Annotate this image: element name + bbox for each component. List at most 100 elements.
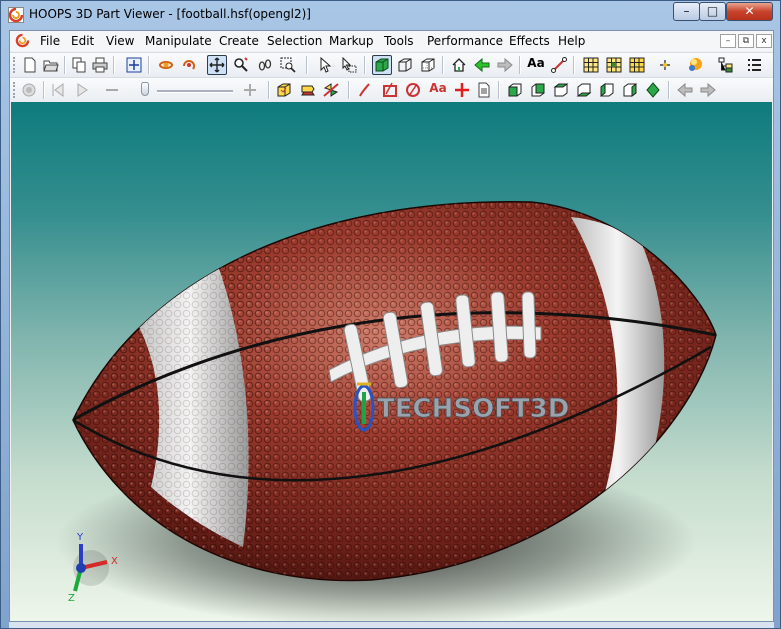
logo-text: TECHSOFT3D (377, 394, 569, 424)
zoom-window-button[interactable] (278, 55, 298, 75)
mdi-close-button[interactable]: x (756, 34, 772, 48)
menu-effects[interactable]: Effects (509, 34, 550, 48)
menu-bar: File Edit View Manipulate Create Selecti… (10, 31, 773, 51)
football-model[interactable]: TECHSOFT3D Y X Z (11, 102, 772, 621)
back-arrow-button[interactable] (472, 55, 492, 75)
markup-plus-icon (455, 83, 469, 97)
menu-markup[interactable]: Markup (329, 34, 373, 48)
markup-circle-icon (406, 83, 420, 97)
tree-icon (718, 57, 733, 73)
view-front-icon (508, 83, 522, 97)
grid-yellow-button[interactable] (627, 55, 647, 75)
grid-alt-button[interactable] (604, 55, 624, 75)
home-view-button[interactable] (449, 55, 469, 75)
annotate-text-button[interactable]: Aa (526, 55, 546, 75)
view-back-icon (531, 83, 545, 97)
view-bottom-button[interactable] (574, 80, 594, 100)
title-bar[interactable]: HOOPS 3D Part Viewer - [football.hsf(ope… (1, 1, 780, 29)
copy-button[interactable] (69, 55, 89, 75)
plus-button[interactable] (240, 80, 260, 100)
maximize-button[interactable]: □ (699, 2, 726, 21)
markup-plus-button[interactable] (452, 80, 472, 100)
copy-icon (72, 57, 86, 73)
pan-button[interactable] (207, 55, 227, 75)
close-button[interactable]: ✕ (726, 2, 773, 21)
play-button[interactable] (72, 80, 92, 100)
snap-point-button[interactable] (655, 55, 675, 75)
next-view-icon (700, 82, 716, 98)
mdi-minimize-button[interactable]: – (720, 34, 736, 48)
measure-button[interactable] (549, 55, 569, 75)
spot-light-button[interactable] (685, 55, 705, 75)
minimize-button[interactable]: – (673, 2, 700, 21)
open-file-button[interactable] (41, 55, 61, 75)
menu-create[interactable]: Create (219, 34, 259, 48)
menu-performance[interactable]: Performance (427, 34, 503, 48)
pan-icon (209, 57, 225, 73)
section-button[interactable] (321, 80, 341, 100)
animation-slider-thumb[interactable] (141, 82, 149, 96)
view-left-button[interactable] (597, 80, 617, 100)
zoom-button[interactable] (231, 55, 251, 75)
next-view-button[interactable] (698, 80, 718, 100)
minus-icon (106, 89, 118, 91)
toolbar-grip[interactable] (13, 82, 17, 98)
view-front-button[interactable] (505, 80, 525, 100)
zoom-window-icon (280, 57, 296, 73)
walk-button[interactable] (255, 55, 275, 75)
freehand-button[interactable] (355, 80, 375, 100)
sphere-button[interactable] (298, 80, 318, 100)
orbit-button[interactable] (156, 55, 176, 75)
turntable-button[interactable] (179, 55, 199, 75)
area-select-button[interactable] (339, 55, 359, 75)
animation-slider-track[interactable] (157, 90, 233, 93)
mdi-restore-button[interactable]: ⧉ (738, 34, 754, 48)
fit-world-button[interactable] (124, 55, 144, 75)
3d-viewport[interactable]: TECHSOFT3D Y X Z (11, 102, 772, 621)
shaded-button[interactable] (372, 55, 392, 75)
turntable-icon (183, 60, 195, 70)
plus-icon (244, 84, 256, 96)
markup-doc-button[interactable] (474, 80, 494, 100)
tree-button[interactable] (716, 55, 736, 75)
view-top-button[interactable] (551, 80, 571, 100)
menu-selection[interactable]: Selection (267, 34, 322, 48)
wireframe-icon (398, 58, 412, 72)
skip-start-button[interactable] (48, 80, 68, 100)
app-window: HOOPS 3D Part Viewer - [football.hsf(ope… (0, 0, 781, 629)
menu-tools[interactable]: Tools (384, 34, 414, 48)
view-right-button[interactable] (620, 80, 640, 100)
view-back-button[interactable] (528, 80, 548, 100)
menu-view[interactable]: View (106, 34, 134, 48)
axis-z-label: Z (68, 593, 75, 604)
wireframe-button[interactable] (395, 55, 415, 75)
markup-rect-button[interactable] (380, 80, 400, 100)
document-icon[interactable] (15, 33, 30, 48)
menu-help[interactable]: Help (558, 34, 585, 48)
minus-button[interactable] (102, 80, 122, 100)
menu-file[interactable]: File (40, 34, 60, 48)
play-icon (77, 83, 88, 97)
forward-arrow-button[interactable] (495, 55, 515, 75)
prev-view-button[interactable] (675, 80, 695, 100)
list-button[interactable] (744, 55, 764, 75)
markup-text-button[interactable]: Aa (428, 80, 448, 100)
toolbar-grip[interactable] (13, 57, 17, 73)
view-iso-button[interactable] (643, 80, 663, 100)
prev-view-icon (677, 82, 693, 98)
markup-rect-icon (383, 82, 397, 97)
freehand-icon (359, 83, 370, 97)
record-button[interactable] (19, 80, 39, 100)
markup-circle-button[interactable] (403, 80, 423, 100)
hidden-line-button[interactable] (418, 55, 438, 75)
new-file-button[interactable] (20, 55, 40, 75)
print-button[interactable] (90, 55, 110, 75)
grid-button[interactable] (581, 55, 601, 75)
menu-edit[interactable]: Edit (71, 34, 94, 48)
grid-alt-icon (606, 57, 622, 73)
menu-manipulate[interactable]: Manipulate (145, 34, 212, 48)
secondary-toolbar: Aa (10, 77, 773, 102)
select-button[interactable] (315, 55, 335, 75)
iso-view-button[interactable] (274, 80, 294, 100)
view-top-icon (553, 83, 569, 97)
